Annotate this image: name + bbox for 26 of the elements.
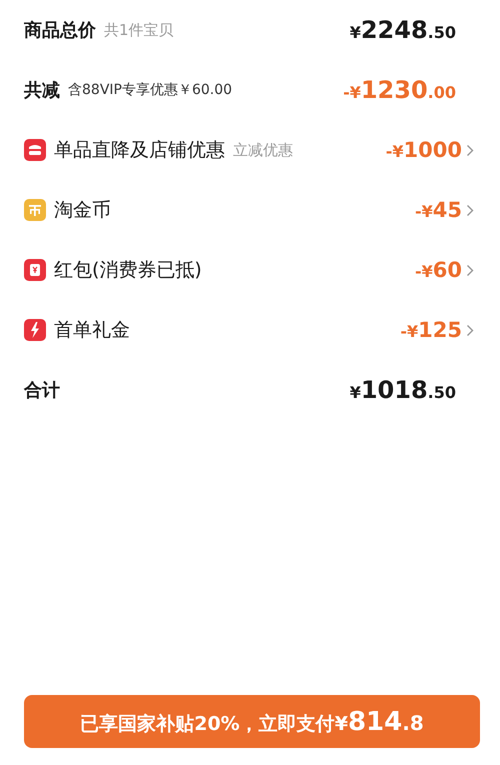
amount-text: -¥1000 [386,138,462,162]
discount-label: 红包(消费券已抵) [54,258,202,283]
discount-label: 首单礼金 [54,318,130,343]
discount-note: 立减优惠 [233,140,293,160]
amount-text: -¥125 [400,318,462,342]
subtotal-label: 商品总价 [24,19,96,42]
discount-label: 单品直降及店铺优惠 [54,138,225,163]
chevron-right-icon [466,264,474,276]
coin-icon [24,199,46,221]
amount-text: ¥2248.50 [350,16,456,44]
total-label: 合计 [24,379,60,402]
amount-text: -¥60 [414,258,462,282]
chevron-right-icon [466,324,474,336]
amount-text: -¥45 [414,198,462,222]
item-count: 共1件宝贝 [104,20,174,40]
pay-button[interactable]: 已享国家补贴20%，立即支付¥814.8 [24,695,480,748]
envelope-icon [24,259,46,281]
amount-text: ¥1018.50 [350,376,456,404]
discount-total-label: 共减 [24,79,60,102]
chevron-right-icon [466,204,474,216]
store-icon [24,139,46,161]
discount-label: 淘金币 [54,198,111,223]
discount-note: 含88VIP专享优惠￥60.00 [68,81,232,99]
amount-text: -¥1230.00 [343,76,456,104]
lightning-icon [24,319,46,341]
chevron-right-icon [466,144,474,156]
